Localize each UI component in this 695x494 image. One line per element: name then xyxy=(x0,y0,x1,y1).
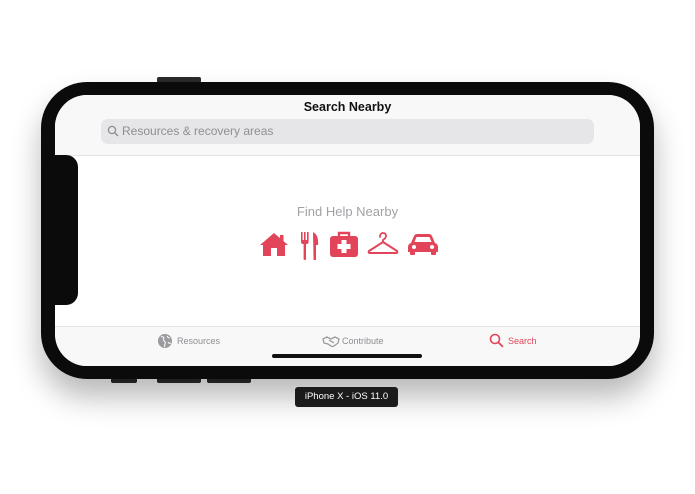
phone-screen: Search Nearby Resources & recovery areas… xyxy=(55,95,640,366)
fork-knife-icon[interactable] xyxy=(299,231,321,261)
category-icons xyxy=(259,231,439,263)
tab-search-label: Search xyxy=(508,336,537,346)
search-icon xyxy=(489,333,504,348)
home-indicator[interactable] xyxy=(272,354,422,358)
tab-resources-label: Resources xyxy=(177,336,221,346)
search-input[interactable]: Resources & recovery areas xyxy=(101,119,594,144)
car-icon[interactable] xyxy=(407,231,439,257)
tab-bar: Resources Contribute Search xyxy=(55,326,640,366)
search-icon xyxy=(107,125,119,137)
tab-resources[interactable]: Resources xyxy=(157,333,227,349)
phone-notch xyxy=(52,155,78,305)
navigation-bar: Search Nearby Resources & recovery areas xyxy=(55,95,640,156)
first-aid-kit-icon[interactable] xyxy=(329,231,359,259)
search-placeholder: Resources & recovery areas xyxy=(122,124,274,138)
find-help-heading: Find Help Nearby xyxy=(296,204,399,219)
tab-contribute-label: Contribute xyxy=(342,336,384,346)
tab-contribute[interactable]: Contribute xyxy=(322,333,392,349)
main-content: Find Help Nearby xyxy=(55,156,640,326)
handshake-icon xyxy=(322,336,340,348)
clothes-hanger-icon[interactable] xyxy=(367,231,399,257)
device-label: iPhone X - iOS 11.0 xyxy=(295,387,398,407)
tab-search[interactable]: Search xyxy=(489,333,549,349)
house-icon[interactable] xyxy=(259,231,289,257)
page-title: Search Nearby xyxy=(303,100,392,114)
globe-icon xyxy=(158,334,172,348)
